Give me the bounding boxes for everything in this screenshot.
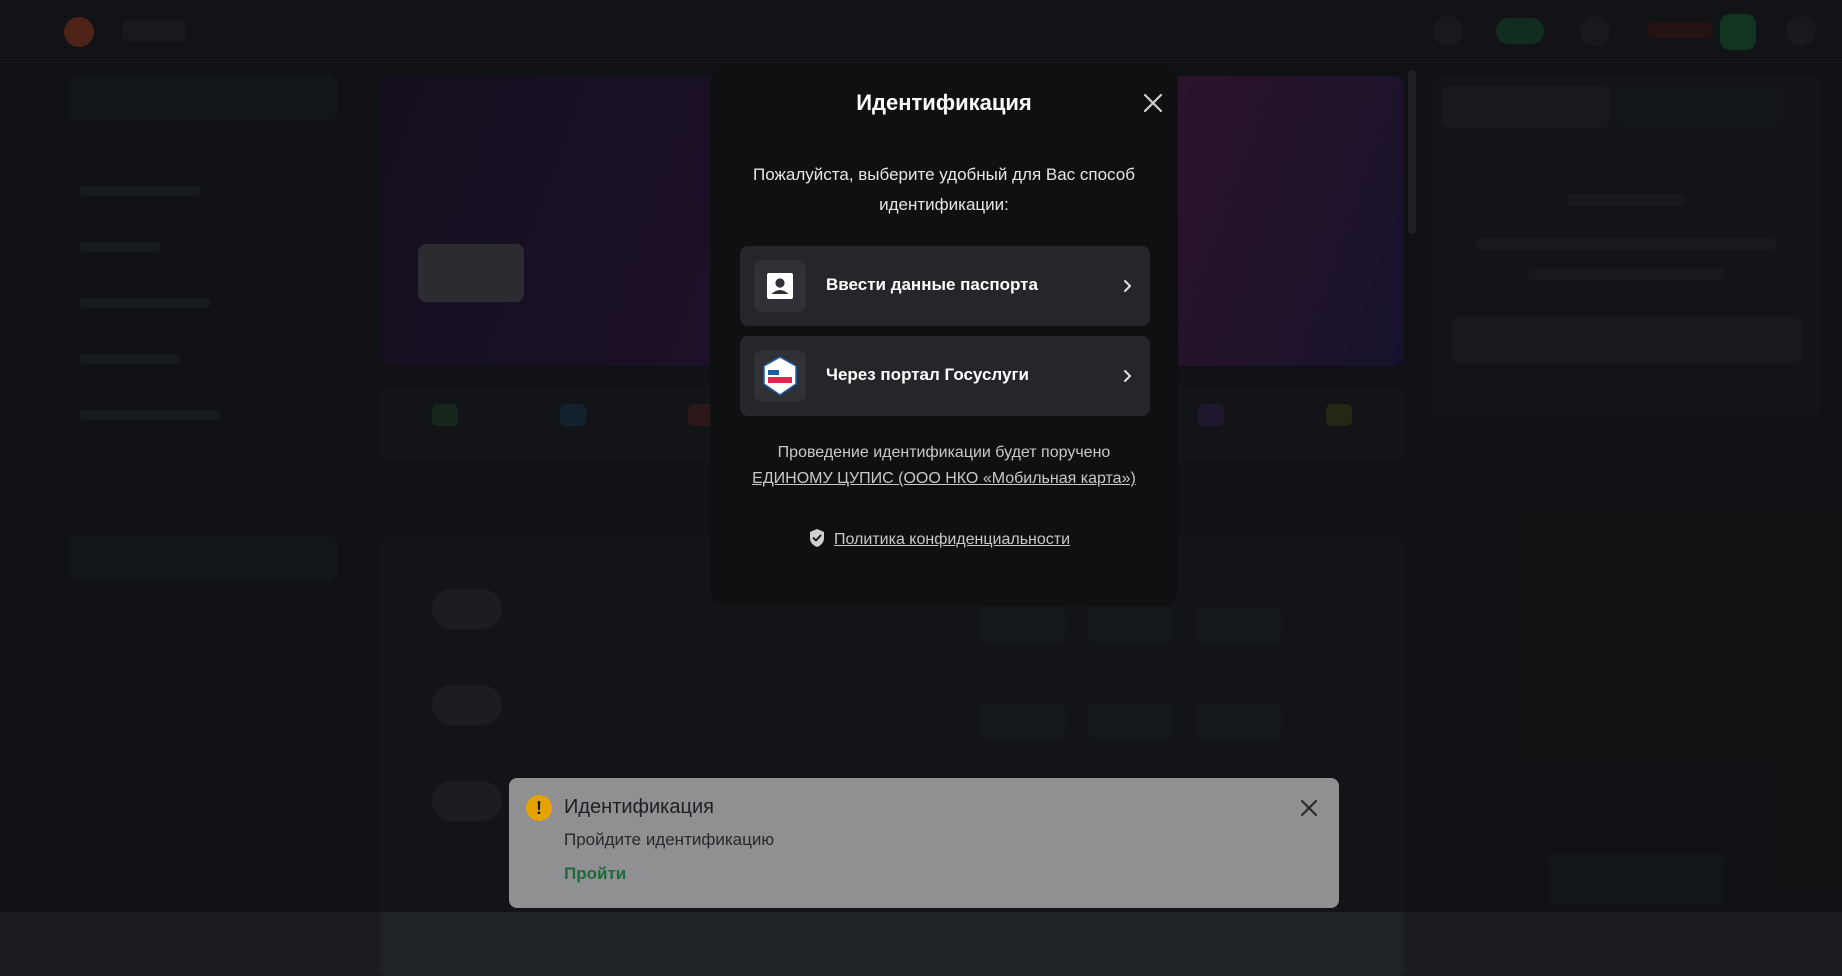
close-icon[interactable] bbox=[1140, 90, 1166, 116]
privacy-policy[interactable]: Политика конфиденциальности bbox=[808, 528, 1070, 552]
toast-title: Идентификация bbox=[564, 796, 714, 818]
modal-description: Пожалуйста, выберите удобный для Вас спо… bbox=[753, 165, 1135, 214]
passport-option-button[interactable]: Ввести данные паспорта bbox=[740, 246, 1150, 326]
note-text: Проведение идентификации будет поручено bbox=[777, 444, 1111, 461]
privacy-policy-link[interactable]: Политика конфиденциальности bbox=[834, 531, 1070, 549]
warning-icon: ! bbox=[526, 795, 552, 821]
gosuslugi-logo-icon bbox=[754, 350, 806, 402]
identification-note: Проведение идентификации будет поручено … bbox=[730, 440, 1158, 492]
passport-option-label: Ввести данные паспорта bbox=[826, 275, 1038, 294]
id-card-icon bbox=[754, 260, 806, 312]
identification-modal: Идентификация Пожалуйста, выберите удобн… bbox=[710, 66, 1178, 606]
gosuslugi-option-label: Через портал Госуслуги bbox=[826, 365, 1029, 384]
chevron-right-icon bbox=[1118, 276, 1138, 296]
toast-action-link[interactable]: Пройти bbox=[564, 864, 626, 884]
toast-message: Пройдите идентификацию bbox=[564, 830, 775, 849]
shield-check-icon bbox=[808, 528, 826, 553]
modal-title: Идентификация bbox=[856, 90, 1032, 115]
close-icon[interactable] bbox=[1297, 796, 1321, 820]
cupis-link[interactable]: ЕДИНОМУ ЦУПИС (ООО НКО «Мобильная карта»… bbox=[752, 470, 1136, 487]
gosuslugi-option-button[interactable]: Через портал Госуслуги bbox=[740, 336, 1150, 416]
identification-toast: ! Идентификация Пройдите идентификацию П… bbox=[509, 778, 1339, 908]
chevron-right-icon bbox=[1118, 366, 1138, 386]
